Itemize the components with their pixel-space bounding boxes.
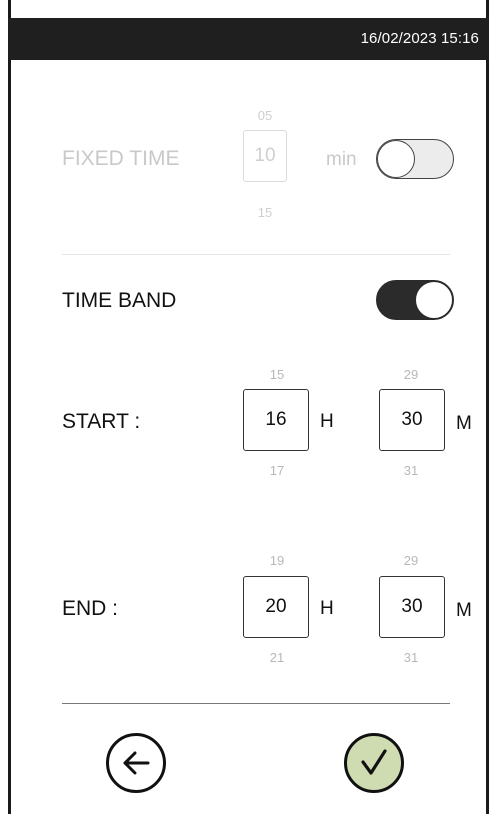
time-band-label: TIME BAND [62, 289, 177, 312]
start-minute-box[interactable]: 30 [379, 389, 445, 451]
status-bar: 16/02/2023 15:16 [8, 18, 489, 60]
section-divider-bottom [62, 703, 450, 704]
time-band-toggle-knob [415, 281, 453, 319]
confirm-button[interactable] [344, 733, 404, 793]
checkmark-icon [361, 749, 387, 775]
fixed-time-label: FIXED TIME [62, 147, 180, 170]
end-minute-prev[interactable]: 29 [389, 553, 433, 568]
frame-right-edge [486, 0, 489, 814]
fixed-time-toggle[interactable] [376, 139, 454, 179]
start-hour-unit: H [320, 411, 334, 432]
fixed-time-next-value[interactable]: 15 [243, 205, 287, 220]
start-minute-prev[interactable]: 29 [389, 367, 433, 382]
start-hour-box[interactable]: 16 [243, 389, 309, 451]
start-minute-next[interactable]: 31 [389, 463, 433, 478]
start-label: START : [62, 410, 141, 433]
fixed-time-toggle-knob [377, 140, 415, 178]
end-hour-next[interactable]: 21 [255, 650, 299, 665]
datetime-display: 16/02/2023 15:16 [360, 30, 479, 47]
start-hour-next[interactable]: 17 [255, 463, 299, 478]
end-minute-unit: M [456, 600, 472, 621]
end-hour-unit: H [320, 598, 334, 619]
start-hour-prev[interactable]: 15 [255, 367, 299, 382]
end-minute-box[interactable]: 30 [379, 576, 445, 638]
fixed-time-prev-value[interactable]: 05 [243, 108, 287, 123]
fixed-time-value-box[interactable]: 10 [243, 130, 287, 182]
end-minute-next[interactable]: 31 [389, 650, 433, 665]
back-button[interactable] [106, 733, 166, 793]
fixed-time-unit: min [326, 149, 357, 170]
end-label: END : [62, 597, 119, 620]
start-minute-unit: M [456, 413, 472, 434]
arrow-left-icon [123, 751, 150, 775]
end-hour-prev[interactable]: 19 [255, 553, 299, 568]
frame-left-edge [8, 0, 11, 814]
section-divider-top [62, 254, 450, 255]
device-frame: 16/02/2023 15:16 FIXED TIME 05 10 15 min… [0, 0, 492, 814]
end-hour-box[interactable]: 20 [243, 576, 309, 638]
time-band-toggle[interactable] [376, 280, 454, 320]
